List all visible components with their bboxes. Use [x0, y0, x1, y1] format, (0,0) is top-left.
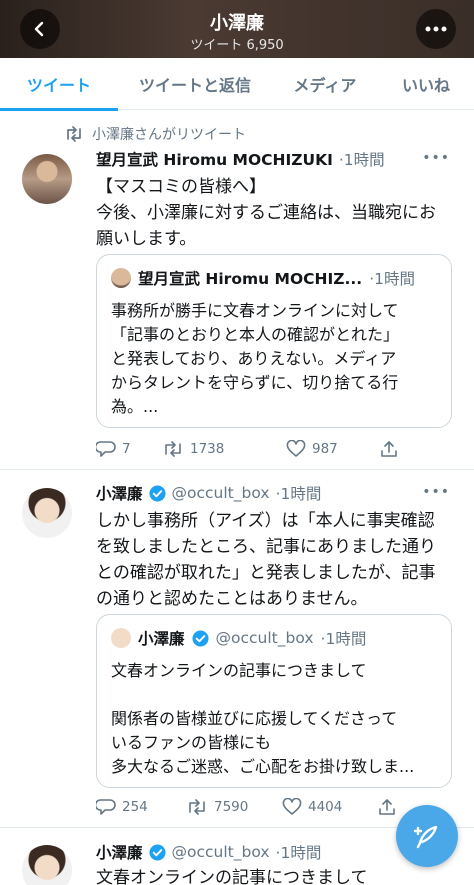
- reply-icon: [96, 799, 116, 815]
- profile-header: 小澤廉 ツイート 6,950: [0, 0, 474, 58]
- quoted-time: ·1時間: [369, 270, 415, 288]
- retweet-context: 小澤廉さんがリツイート: [64, 124, 246, 144]
- tweet-text: しかし事務所（アイズ）は「本人に事実確認 を致しましたところ、記事にありました通…: [96, 508, 456, 612]
- tweet-line: しかし事務所（アイズ）は「本人に事実確認: [96, 511, 435, 531]
- tweet-item[interactable]: 小澤廉さんがリツイート 望月宣武 Hiromu MOCHIZUKI ·1時間 •…: [0, 110, 474, 470]
- compose-tweet-button[interactable]: [396, 805, 458, 867]
- tweet-time: ·1時間: [275, 485, 322, 503]
- tweet-line: 願いします。: [96, 229, 197, 249]
- quoted-author-row: 小澤廉 @occult_box ·1時間: [111, 627, 437, 649]
- verified-badge-icon: [148, 843, 166, 861]
- quoted-tweet[interactable]: 小澤廉 @occult_box ·1時間 文春オンラインの記事につきまして 関係…: [96, 614, 452, 788]
- like-count: 4404: [308, 799, 343, 815]
- more-button[interactable]: [416, 9, 456, 49]
- like-button[interactable]: 4404: [282, 798, 378, 816]
- verified-badge-icon: [191, 629, 209, 647]
- tab-likes[interactable]: いいね: [378, 58, 474, 110]
- reply-icon: [96, 441, 116, 457]
- tweet-item[interactable]: 小澤廉 @occult_box ·1時間 ••• しかし事務所（アイズ）は「本人…: [0, 470, 474, 828]
- share-button[interactable]: [380, 440, 398, 458]
- author-name[interactable]: 小澤廉: [96, 841, 143, 863]
- tweet-line: の通りと認めたことはありません。: [96, 589, 368, 609]
- quoted-time: ·1時間: [320, 630, 367, 648]
- retweet-button[interactable]: 1738: [162, 441, 286, 457]
- retweet-icon: [67, 126, 81, 142]
- author-name[interactable]: 望月宣武 Hiromu MOCHIZUKI: [96, 148, 333, 170]
- author-handle: @occult_box: [171, 843, 270, 861]
- reply-count: 254: [122, 799, 148, 815]
- share-button[interactable]: [378, 798, 396, 816]
- tweet-actions: 7 1738 987: [96, 440, 414, 458]
- tab-tweets[interactable]: ツイート: [0, 58, 118, 111]
- heart-icon: [286, 440, 306, 457]
- share-icon: [379, 799, 395, 815]
- more-icon: [425, 26, 447, 32]
- tweet-menu-icon[interactable]: •••: [422, 484, 450, 500]
- tweet-line: との確認が取れた」と発表しましたが、記事: [96, 563, 436, 583]
- tweet-line: 文春オンラインの記事につきまして: [96, 868, 368, 885]
- retweet-count: 7590: [214, 799, 249, 815]
- reply-count: 7: [122, 441, 131, 457]
- tweet-text: 文春オンラインの記事につきまして: [96, 865, 456, 885]
- avatar[interactable]: [22, 488, 72, 538]
- quoted-author-row: 望月宣武 Hiromu MOCHIZ... ·1時間: [111, 267, 437, 289]
- reply-button[interactable]: 254: [96, 798, 186, 816]
- quoted-tweet[interactable]: 望月宣武 Hiromu MOCHIZ... ·1時間 事務所が勝手に文春オンライ…: [96, 254, 452, 428]
- avatar[interactable]: [22, 845, 72, 885]
- tweet-actions: 254 7590 4404: [96, 798, 414, 816]
- like-count: 987: [312, 441, 338, 457]
- tweet-line: 今後、小澤廉に対するご連絡は、当職宛にお: [96, 203, 436, 223]
- tweet-menu-icon[interactable]: •••: [422, 150, 450, 166]
- quoted-avatar: [111, 268, 131, 288]
- quoted-text: 事務所が勝手に文春オンラインに対して 「記事のとおりと本人の確認がとれた」 と発…: [111, 301, 400, 416]
- quoted-text: 文春オンラインの記事につきまして 関係者の皆様並びに応援してくださって いるファ…: [111, 661, 415, 776]
- quoted-avatar: [111, 628, 131, 648]
- tweet-time: ·1時間: [338, 151, 385, 169]
- retweet-label: 小澤廉さんがリツイート: [92, 127, 246, 143]
- author-name[interactable]: 小澤廉: [96, 482, 143, 504]
- tab-media[interactable]: メディア: [272, 58, 378, 110]
- like-button[interactable]: 987: [286, 440, 380, 458]
- reply-button[interactable]: 7: [96, 440, 162, 458]
- avatar[interactable]: [22, 154, 72, 204]
- quoted-handle: @occult_box: [215, 629, 314, 647]
- tweet-author-row: 小澤廉 @occult_box ·1時間: [96, 482, 450, 504]
- tab-tweets-and-replies[interactable]: ツイートと返信: [118, 58, 272, 110]
- tweet-time: ·1時間: [275, 844, 322, 862]
- verified-badge-icon: [148, 484, 166, 502]
- tweet-line: を致しましたところ、記事にありました通り: [96, 537, 436, 557]
- retweet-icon: [165, 441, 181, 457]
- retweet-icon: [189, 799, 205, 815]
- quoted-author-name: 小澤廉: [138, 630, 185, 648]
- compose-feather-icon: [413, 825, 438, 849]
- quoted-author-name: 望月宣武 Hiromu MOCHIZ...: [138, 270, 363, 288]
- retweet-count: 1738: [190, 441, 225, 457]
- heart-icon: [282, 798, 302, 815]
- profile-tabs: ツイート ツイートと返信 メディア いいね: [0, 58, 474, 111]
- author-handle: @occult_box: [171, 484, 270, 502]
- tweet-author-row: 望月宣武 Hiromu MOCHIZUKI ·1時間: [96, 148, 450, 170]
- tweet-text: 【マスコミの皆様へ】 今後、小澤廉に対するご連絡は、当職宛にお 願いします。: [96, 174, 456, 252]
- header-title: 小澤廉: [210, 13, 264, 34]
- retweet-button[interactable]: 7590: [186, 799, 282, 815]
- tweet-line: 【マスコミの皆様へ】: [96, 177, 266, 197]
- share-icon: [381, 441, 397, 457]
- tweet-count: ツイート 6,950: [190, 38, 284, 53]
